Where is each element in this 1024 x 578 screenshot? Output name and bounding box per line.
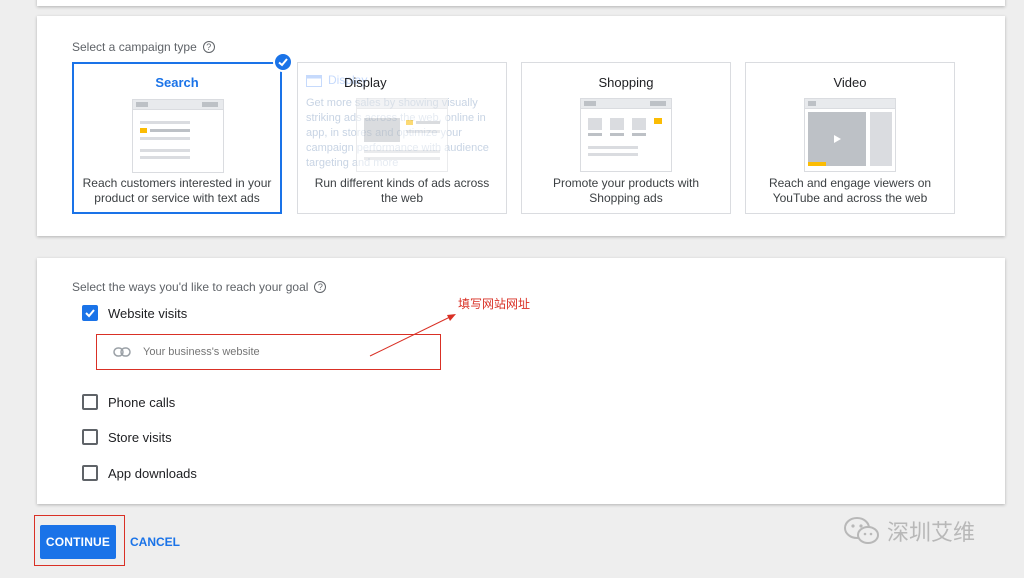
- check-icon: [85, 309, 95, 318]
- campaign-type-display[interactable]: Display Get more sales by showing visual…: [297, 62, 507, 214]
- tile-description: Reach and engage viewers on YouTube and …: [768, 176, 932, 205]
- website-visits-label: Website visits: [108, 306, 188, 321]
- campaign-type-card: Select a campaign type ? Search Reach cu…: [37, 16, 1005, 236]
- tile-description: Promote your products with Shopping ads: [552, 176, 700, 205]
- phone-calls-label: Phone calls: [108, 395, 176, 410]
- campaign-type-label: Select a campaign type ?: [72, 40, 215, 54]
- display-icon: [306, 74, 322, 87]
- help-icon[interactable]: ?: [314, 281, 327, 293]
- tile-title: Shopping: [598, 75, 654, 90]
- app-downloads-checkbox[interactable]: [82, 465, 98, 481]
- app-downloads-label: App downloads: [108, 466, 197, 481]
- tile-title: Search: [155, 75, 199, 90]
- link-icon: [113, 347, 131, 357]
- annotation-arrow-icon: [369, 314, 456, 357]
- selected-check-icon: [273, 52, 293, 72]
- campaign-type-video[interactable]: Video Reach and engage viewers on YouTub…: [745, 62, 955, 214]
- annotation-note: 填写网站网址: [458, 297, 531, 311]
- tile-title: Display: [344, 75, 387, 90]
- phone-calls-checkbox[interactable]: [82, 394, 98, 410]
- store-visits-label: Store visits: [108, 430, 172, 445]
- campaign-type-shopping[interactable]: Shopping Promote your products with Shop…: [521, 62, 731, 214]
- tile-description: Run different kinds of ads across the we…: [314, 176, 490, 205]
- search-ad-illustration: [132, 99, 224, 173]
- store-visits-checkbox[interactable]: [82, 429, 98, 445]
- tile-title: Video: [833, 75, 867, 90]
- tile-description: Reach customers interested in your produ…: [82, 176, 272, 205]
- video-ad-illustration: [804, 98, 896, 172]
- shopping-ad-illustration: [580, 98, 672, 172]
- previous-card-edge: [37, 0, 1005, 6]
- cancel-button[interactable]: CANCEL: [130, 535, 180, 549]
- wechat-icon: [844, 517, 879, 544]
- continue-button[interactable]: CONTINUE: [40, 525, 116, 559]
- website-visits-checkbox[interactable]: [82, 305, 98, 321]
- watermark: 深圳艾维: [843, 515, 975, 547]
- help-icon[interactable]: ?: [202, 41, 215, 53]
- reach-goal-label: Select the ways you'd like to reach your…: [72, 280, 327, 294]
- display-ad-illustration: [356, 98, 448, 172]
- campaign-type-search[interactable]: Search Reach customers interested in you…: [72, 62, 282, 214]
